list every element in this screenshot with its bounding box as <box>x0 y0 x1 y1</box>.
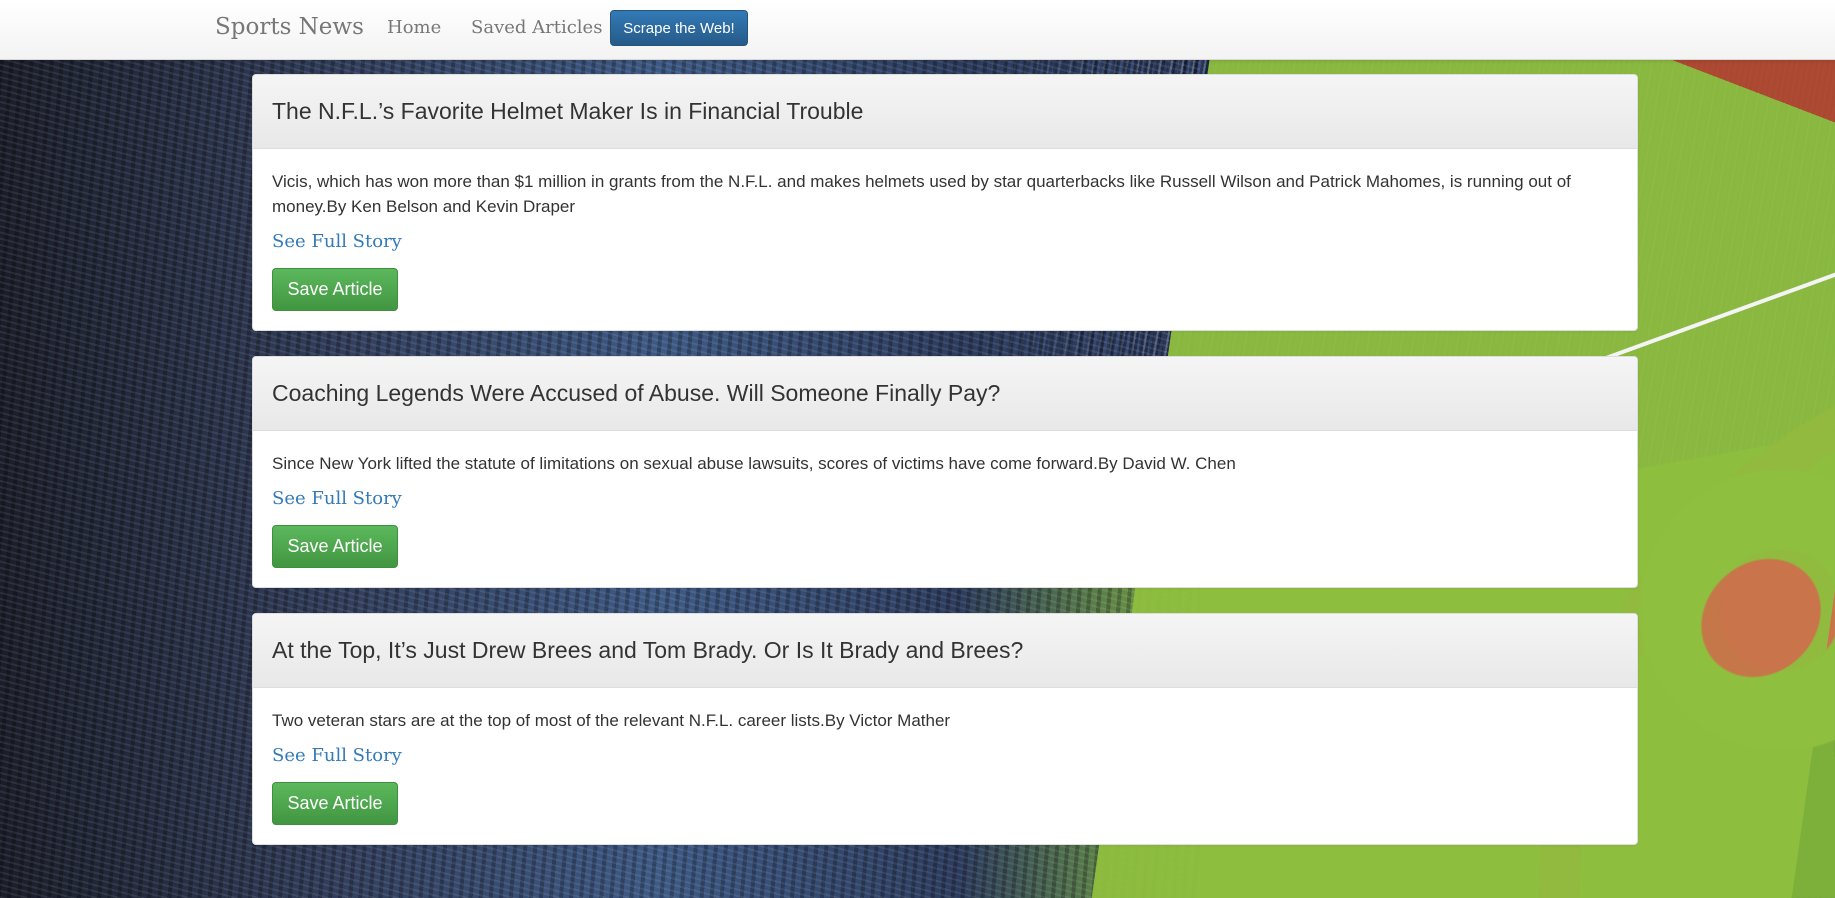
article-header: The N.F.L.’s Favorite Helmet Maker Is in… <box>253 75 1637 149</box>
article-card: At the Top, It’s Just Drew Brees and Tom… <box>252 613 1638 845</box>
top-navbar: Sports News Home Saved Articles Scrape t… <box>0 0 1835 60</box>
article-summary: Vicis, which has won more than $1 millio… <box>272 172 1571 216</box>
see-full-story-link[interactable]: See Full Story <box>272 488 402 509</box>
save-article-button[interactable]: Save Article <box>272 268 398 311</box>
see-full-story-link[interactable]: See Full Story <box>272 745 402 766</box>
article-card: Coaching Legends Were Accused of Abuse. … <box>252 356 1638 588</box>
article-card: The N.F.L.’s Favorite Helmet Maker Is in… <box>252 74 1638 331</box>
article-body: Since New York lifted the statute of lim… <box>253 431 1637 587</box>
article-summary: Since New York lifted the statute of lim… <box>272 454 1236 473</box>
article-body: Vicis, which has won more than $1 millio… <box>253 149 1637 330</box>
scrape-button[interactable]: Scrape the Web! <box>610 10 748 46</box>
article-title: Coaching Legends Were Accused of Abuse. … <box>272 380 1001 406</box>
article-body: Two veteran stars are at the top of most… <box>253 688 1637 844</box>
brand-title[interactable]: Sports News <box>215 14 364 40</box>
save-article-button[interactable]: Save Article <box>272 525 398 568</box>
article-header: Coaching Legends Were Accused of Abuse. … <box>253 357 1637 431</box>
nav-saved-articles-link[interactable]: Saved Articles <box>471 17 602 38</box>
nav-home-link[interactable]: Home <box>387 17 441 38</box>
article-summary: Two veteran stars are at the top of most… <box>272 711 951 730</box>
article-header: At the Top, It’s Just Drew Brees and Tom… <box>253 614 1637 688</box>
article-title: At the Top, It’s Just Drew Brees and Tom… <box>272 637 1024 663</box>
see-full-story-link[interactable]: See Full Story <box>272 231 402 252</box>
save-article-button[interactable]: Save Article <box>272 782 398 825</box>
article-title: The N.F.L.’s Favorite Helmet Maker Is in… <box>272 98 864 124</box>
article-list: The N.F.L.’s Favorite Helmet Maker Is in… <box>252 74 1638 870</box>
